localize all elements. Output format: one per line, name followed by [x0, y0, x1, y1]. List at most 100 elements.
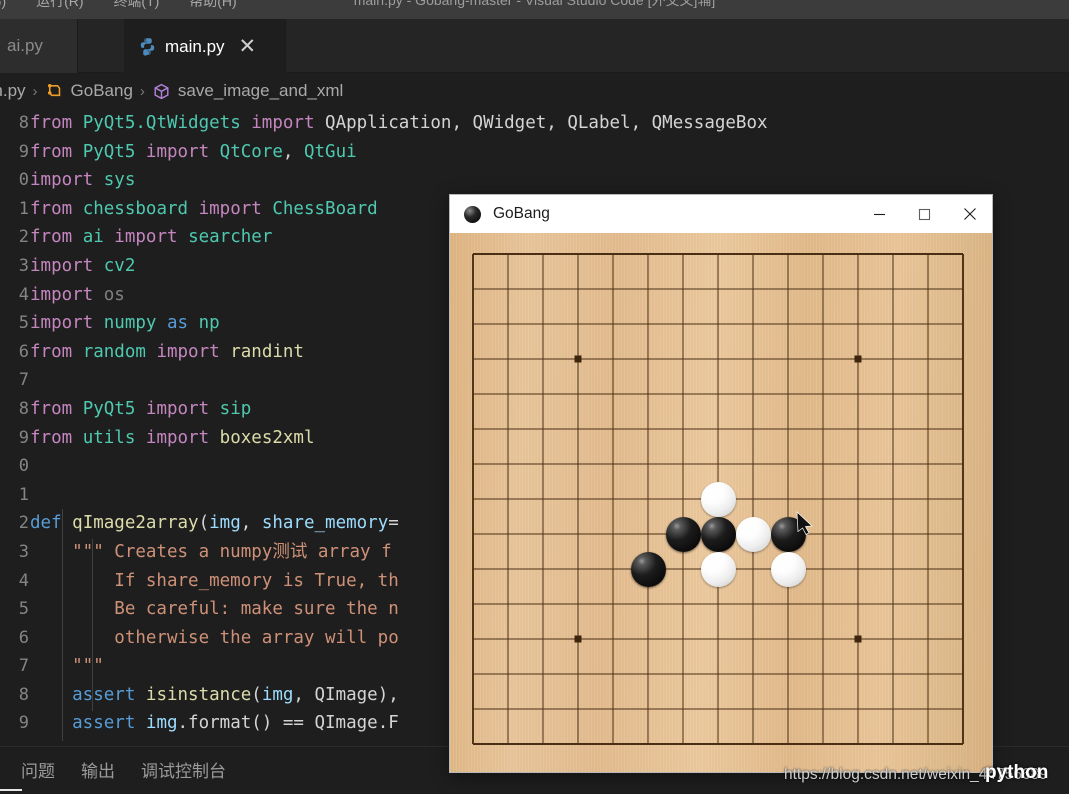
- code-token: import: [114, 227, 189, 248]
- line-number: 7: [18, 656, 29, 677]
- code-token: img: [209, 513, 241, 534]
- tab-label: ai.py: [7, 36, 43, 55]
- code-token: import: [145, 398, 220, 419]
- go-board[interactable]: [468, 249, 973, 754]
- close-icon[interactable]: ✕: [239, 36, 257, 57]
- code-token: =: [388, 513, 399, 534]
- line-number: 4: [18, 284, 29, 305]
- black-stone: [770, 516, 806, 552]
- method-icon: [152, 82, 171, 101]
- python-icon: [138, 37, 157, 56]
- gobang-window-title: GoBang: [493, 205, 550, 222]
- code-token: , QImage),: [293, 684, 399, 705]
- line-number: 7: [18, 370, 29, 391]
- breadcrumb-item-class[interactable]: GoBang: [71, 81, 133, 101]
- panel-tab-2[interactable]: 输出: [81, 757, 115, 782]
- code-token: import: [145, 141, 220, 162]
- white-stone: [700, 481, 736, 517]
- tab-label: main.py: [165, 36, 225, 56]
- breadcrumb-item-file[interactable]: main.py: [0, 81, 26, 101]
- code-token: assert: [30, 684, 146, 705]
- black-stone: [630, 551, 666, 587]
- code-token: import: [30, 255, 104, 276]
- close-button[interactable]: [947, 195, 992, 233]
- indent-guide: [92, 539, 93, 711]
- code-token: chessboard: [82, 198, 199, 219]
- line-number: 9: [18, 141, 29, 162]
- code-token: from: [30, 398, 83, 419]
- panel-tab-1[interactable]: 问题: [21, 757, 55, 782]
- code-token: import: [198, 198, 273, 219]
- line-number: 9: [18, 427, 29, 448]
- code-token: import: [156, 341, 231, 362]
- code-token: import: [30, 170, 104, 191]
- tab-ai-py[interactable]: ai.py: [0, 19, 78, 73]
- line-number: 1: [18, 484, 29, 505]
- code-token: from: [30, 141, 83, 162]
- code-token: assert: [30, 713, 146, 734]
- line-number-gutter: 8 9 0 1 2 3 4 5 6 7 8 9 0 1 2 3 4 5 6 7 8 9: [0, 109, 30, 746]
- window-title: main.py - Gobang-master - Visual Studio …: [353, 0, 716, 8]
- code-token: from: [30, 427, 83, 448]
- code-token: ai: [82, 227, 115, 248]
- code-token: (: [251, 684, 262, 705]
- maximize-button[interactable]: [902, 195, 947, 233]
- code-token: isinstance: [145, 684, 252, 705]
- line-number: 3: [18, 255, 29, 276]
- line-number: 0: [18, 170, 29, 191]
- line-number: 3: [18, 541, 29, 562]
- code-token: If share_memory is True, th: [30, 570, 399, 591]
- minimize-button[interactable]: [857, 195, 902, 233]
- breadcrumb-separator: ›: [139, 82, 145, 100]
- star-point: [574, 635, 582, 643]
- code-token: .format() == QImage.F: [177, 713, 399, 734]
- code-token: cv2: [103, 255, 136, 276]
- watermark-badge: python: [985, 762, 1049, 783]
- code-token: def: [30, 513, 73, 534]
- code-token: randint: [230, 341, 304, 362]
- breadcrumb: main.py › GoBang › save_image_and_xml: [0, 73, 1069, 109]
- gobang-window[interactable]: GoBang: [450, 195, 992, 772]
- code-token: QApplication, QWidget, QLabel, QMessageB…: [325, 113, 768, 133]
- code-token: PyQt5: [82, 398, 146, 419]
- code-token: qImage2array: [72, 513, 199, 534]
- star-point: [854, 635, 862, 643]
- code-token: np: [198, 313, 220, 334]
- tab-main-py[interactable]: main.py ✕: [124, 19, 286, 73]
- gobang-board-area[interactable]: [450, 233, 992, 772]
- code-token: (: [198, 513, 210, 534]
- line-number: 8: [18, 684, 29, 705]
- class-icon: [45, 82, 64, 101]
- code-line: from PyQt5 import QtCore, QtGui: [30, 138, 1069, 167]
- line-number: 8: [18, 113, 29, 133]
- code-token: sys: [103, 170, 136, 191]
- line-number: 5: [18, 599, 29, 620]
- line-number: 9: [18, 713, 29, 734]
- breadcrumb-item-method[interactable]: save_image_and_xml: [178, 81, 343, 101]
- code-token: from: [30, 341, 83, 362]
- panel-tab-3[interactable]: 调试控制台: [141, 757, 226, 782]
- code-token: img: [145, 713, 178, 734]
- code-token: searcher: [188, 227, 273, 248]
- panel-tab-list[interactable]: 端问题输出调试控制台: [0, 757, 226, 782]
- panel-active-indicator: [0, 789, 22, 791]
- code-token: img: [261, 684, 294, 705]
- code-token: import: [145, 427, 220, 448]
- code-token: QtGui: [303, 141, 357, 162]
- line-number: 6: [18, 341, 29, 362]
- line-number: 4: [18, 570, 29, 591]
- line-number: 1: [18, 198, 29, 219]
- code-token: ,: [282, 141, 304, 162]
- code-token: share_memory: [261, 513, 389, 534]
- code-token: """ Creates a numpy测试 array f: [30, 541, 392, 562]
- code-token: boxes2xml: [219, 427, 315, 448]
- line-number: 5: [18, 313, 29, 334]
- code-token: QtCore: [219, 141, 283, 162]
- code-line: import sys: [30, 166, 1069, 195]
- white-stone: [770, 551, 806, 587]
- code-line: from PyQt5.QtWidgets import QApplication…: [30, 109, 1069, 138]
- window-titlebar: (G) 运行(R) 终端(T) 帮助(H) main.py - Gobang-m…: [0, 0, 1069, 19]
- breadcrumb-separator: ›: [32, 82, 38, 100]
- gobang-titlebar[interactable]: GoBang: [450, 195, 992, 233]
- line-number: 8: [18, 398, 29, 419]
